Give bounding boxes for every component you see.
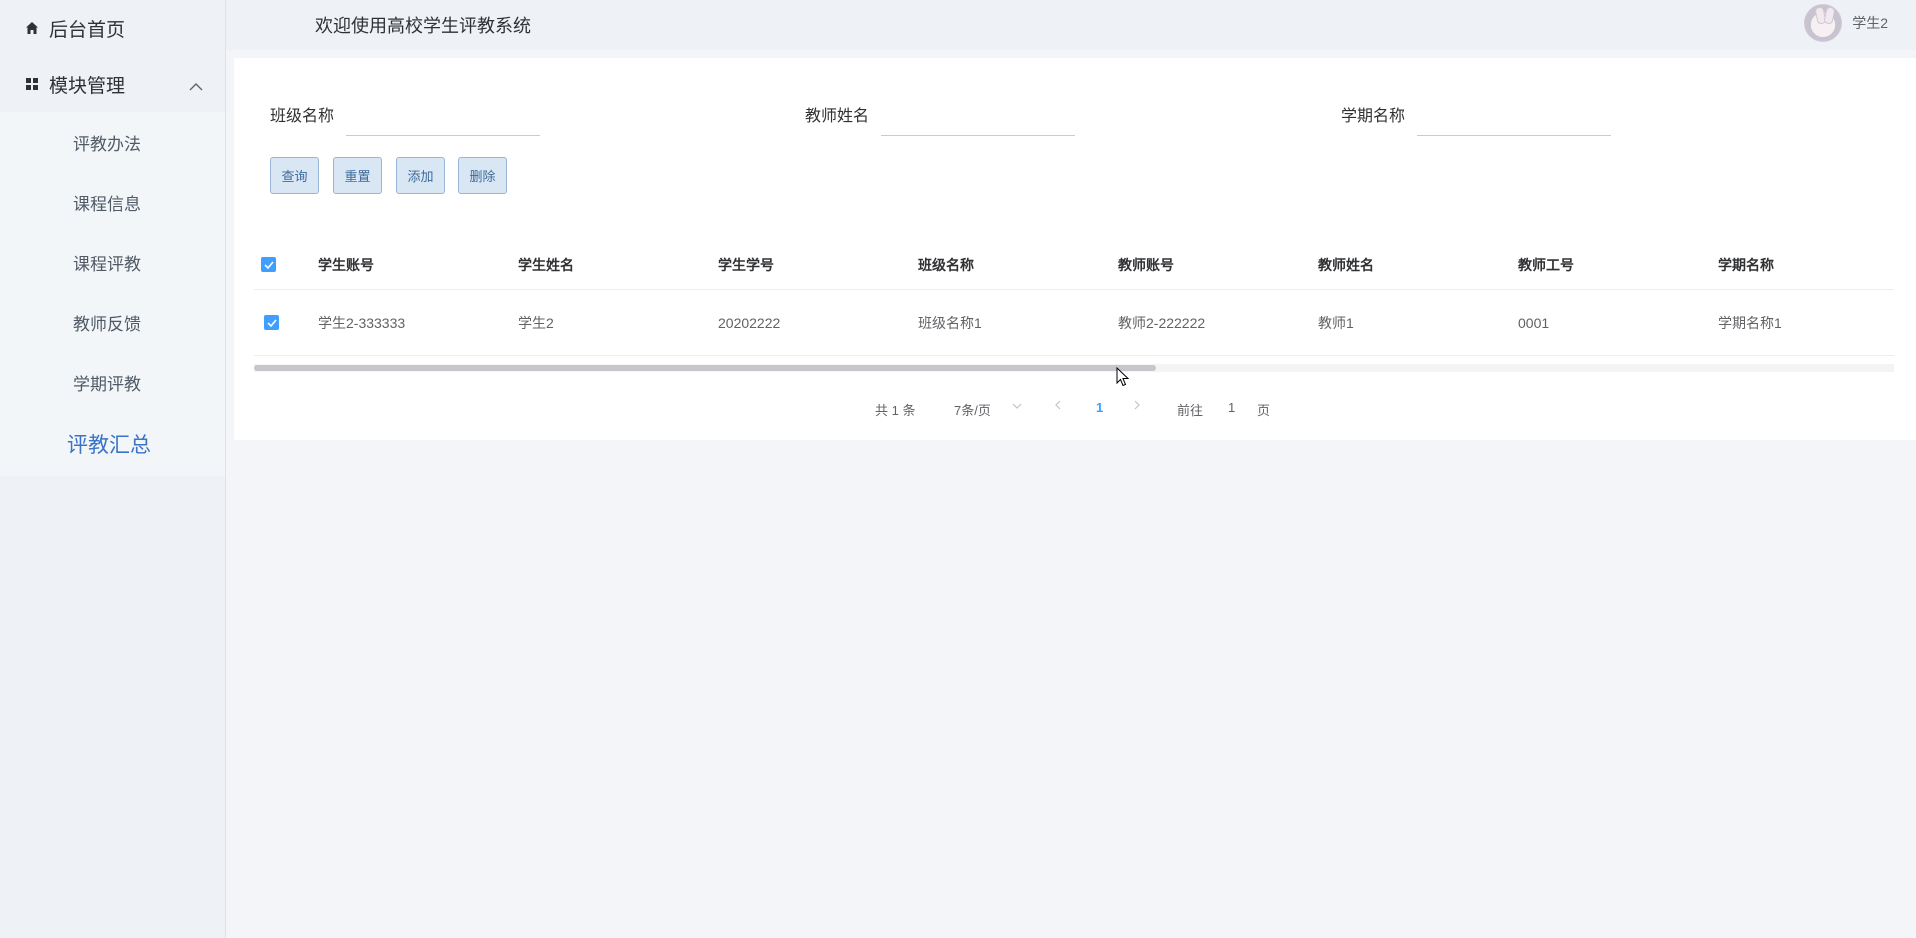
submenu: 评教办法 课程信息 课程评教 教师反馈 学期评教 评教汇总 <box>0 112 225 476</box>
page-title: 欢迎使用高校学生评教系统 <box>315 16 531 36</box>
user-menu[interactable]: 学生2 <box>1804 4 1888 42</box>
row-select-cell <box>264 290 279 355</box>
select-all-checkbox[interactable] <box>261 257 276 272</box>
column-header[interactable]: 学生姓名 <box>518 240 574 289</box>
total-count: 共 1 条 <box>875 403 916 418</box>
sidebar-item-label: 教师反馈 <box>73 314 141 334</box>
chevron-down-icon[interactable] <box>1012 398 1022 413</box>
query-button[interactable]: 查询 <box>270 157 319 194</box>
data-table: 学生账号 学生姓名 学生学号 班级名称 教师账号 教师姓名 教师工号 学期名称 … <box>254 240 1894 356</box>
table-row[interactable]: 学生2-333333 学生2 20202222 班级名称1 教师2-222222… <box>254 290 1894 356</box>
goto-label: 前往 <box>1177 403 1204 418</box>
page-size-select[interactable]: 7条/页 <box>954 400 991 419</box>
term-name-input[interactable] <box>1417 96 1612 136</box>
sidebar-item-label: 评教办法 <box>73 134 141 154</box>
sidebar-item-label: 课程评教 <box>73 254 141 274</box>
top-header: 欢迎使用高校学生评教系统 学生2 <box>226 0 1916 50</box>
username: 学生2 <box>1852 15 1888 31</box>
reset-button[interactable]: 重置 <box>333 157 382 194</box>
scrollbar-thumb[interactable] <box>254 365 1156 371</box>
check-icon <box>266 318 277 327</box>
table-cell: 教师2-222222 <box>1118 314 1206 331</box>
grid-icon <box>24 76 40 92</box>
term-name-label: 学期名称 <box>1341 108 1406 125</box>
table-cell: 班级名称1 <box>918 314 982 331</box>
sidebar-item-label: 评教汇总 <box>67 434 151 457</box>
sidebar-item-label: 后台首页 <box>49 19 126 41</box>
sidebar-item-home[interactable]: 后台首页 <box>0 0 225 56</box>
table-cell: 0001 <box>1518 314 1550 331</box>
sidebar-item-course-evaluation[interactable]: 课程评教 <box>0 232 225 292</box>
home-icon <box>24 20 40 36</box>
term-name-field: 学期名称 <box>1341 96 1612 136</box>
table-header-row: 学生账号 学生姓名 学生学号 班级名称 教师账号 教师姓名 教师工号 学期名称 <box>254 240 1894 290</box>
sidebar-item-evaluation-method[interactable]: 评教办法 <box>0 112 225 172</box>
teacher-name-field: 教师姓名 <box>805 96 1076 136</box>
pagination: 共 1 条 7条/页 1 前往 1 页 <box>234 393 1916 423</box>
avatar[interactable] <box>1804 4 1843 42</box>
sidebar-group-label: 模块管理 <box>49 75 126 97</box>
table-cell: 学生2-333333 <box>318 314 406 331</box>
check-icon <box>263 260 274 269</box>
horizontal-scrollbar[interactable] <box>254 364 1894 372</box>
sidebar-item-course-info[interactable]: 课程信息 <box>0 172 225 232</box>
sidebar: 后台首页 模块管理 评教办法 课程信息 课程评教 教师反馈 学期评教 评教汇总 <box>0 0 226 938</box>
main-card: 班级名称 教师姓名 学期名称 查询 重置 添加 删除 学生账号 学生姓名 学生学… <box>234 58 1916 440</box>
table-cell: 教师1 <box>1318 314 1354 331</box>
add-button[interactable]: 添加 <box>396 157 445 194</box>
sidebar-item-evaluation-summary[interactable]: 评教汇总 <box>0 412 225 476</box>
sidebar-group-module-management[interactable]: 模块管理 <box>0 56 225 112</box>
table-cell: 20202222 <box>718 314 781 331</box>
teacher-name-label: 教师姓名 <box>805 108 870 125</box>
column-header[interactable]: 班级名称 <box>918 240 974 289</box>
select-all-cell <box>261 240 276 289</box>
column-header[interactable]: 学期名称 <box>1718 240 1774 289</box>
column-header[interactable]: 教师账号 <box>1118 240 1174 289</box>
class-name-field: 班级名称 <box>270 96 541 136</box>
row-checkbox[interactable] <box>264 315 279 330</box>
teacher-name-input[interactable] <box>881 96 1076 136</box>
chevron-up-icon <box>189 76 203 98</box>
next-page-icon[interactable] <box>1133 398 1141 413</box>
sidebar-item-teacher-feedback[interactable]: 教师反馈 <box>0 292 225 352</box>
prev-page-icon[interactable] <box>1054 398 1062 413</box>
sidebar-item-label: 学期评教 <box>73 374 141 394</box>
delete-button[interactable]: 删除 <box>458 157 507 194</box>
column-header[interactable]: 学生账号 <box>318 240 374 289</box>
class-name-input[interactable] <box>346 96 541 136</box>
mouse-cursor-icon <box>1116 366 1130 392</box>
column-header[interactable]: 教师姓名 <box>1318 240 1374 289</box>
table-cell: 学生2 <box>518 314 554 331</box>
column-header[interactable]: 学生学号 <box>718 240 774 289</box>
class-name-label: 班级名称 <box>270 108 335 125</box>
goto-page-input[interactable]: 1 <box>1228 400 1235 415</box>
column-header[interactable]: 教师工号 <box>1518 240 1574 289</box>
sidebar-item-term-evaluation[interactable]: 学期评教 <box>0 352 225 412</box>
page-suffix: 页 <box>1257 403 1271 418</box>
current-page[interactable]: 1 <box>1096 400 1103 415</box>
sidebar-item-label: 课程信息 <box>73 194 141 214</box>
table-cell: 学期名称1 <box>1718 314 1782 331</box>
